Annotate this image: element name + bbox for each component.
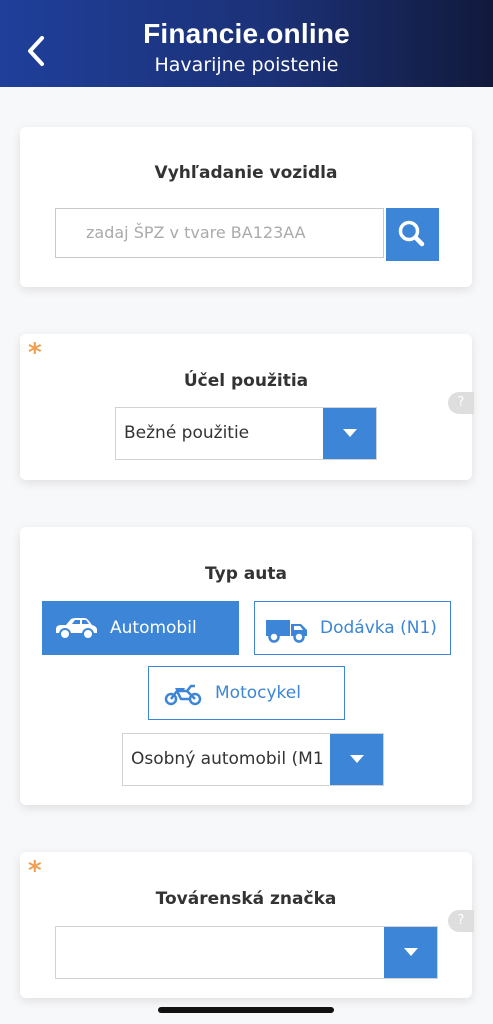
car-subtype-value: Osobný automobil (M1 (131, 749, 324, 769)
type-automobil-button[interactable]: Automobil (42, 601, 239, 655)
license-plate-input[interactable]: zadaj ŠPZ v tvare BA123AA (55, 208, 384, 258)
car-type-title: Typ auta (205, 564, 287, 584)
app-header: Financie.online Havarijne poistenie (0, 0, 493, 87)
brand-card: * Továrenská značka (20, 852, 472, 998)
chevron-down-icon (384, 927, 437, 978)
chevron-down-icon (330, 734, 383, 785)
required-mark: * (28, 338, 42, 368)
van-icon (266, 620, 307, 643)
motorcycle-icon (164, 684, 202, 706)
vehicle-search-card: Vyhľadanie vozidla zadaj ŠPZ v tvare BA1… (20, 127, 472, 287)
usage-title: Účel použitia (183, 371, 309, 391)
car-subtype-select[interactable]: Osobný automobil (M1 (122, 733, 384, 786)
home-indicator (158, 1007, 334, 1013)
vehicle-search-title: Vyhľadanie vozidla (154, 163, 338, 183)
car-icon (56, 618, 97, 640)
app-title: Financie.online (143, 18, 350, 49)
usage-select[interactable]: Bežné použitie (115, 407, 377, 460)
app-subtitle: Havarijne poistenie (154, 54, 339, 76)
search-icon (398, 220, 425, 247)
type-dodavka-button[interactable]: Dodávka (N1) (254, 601, 451, 655)
required-mark: * (28, 856, 42, 886)
type-dodavka-label: Dodávka (N1) (320, 618, 437, 638)
usage-card: * Účel použitia Bežné použitie (20, 334, 472, 480)
brand-select[interactable] (55, 926, 438, 979)
car-type-card: Typ auta Automobil Dodávka (N1) Motocyke… (20, 527, 472, 805)
chevron-down-icon (323, 408, 376, 459)
type-automobil-label: Automobil (110, 618, 197, 638)
usage-help-icon[interactable]: ? (448, 392, 474, 414)
type-motocykel-label: Motocykel (215, 683, 301, 703)
type-motocykel-button[interactable]: Motocykel (148, 666, 345, 720)
brand-help-icon[interactable]: ? (448, 910, 474, 932)
brand-title: Továrenská značka (155, 889, 337, 909)
search-button[interactable] (386, 208, 439, 261)
usage-select-value: Bežné použitie (124, 423, 250, 443)
